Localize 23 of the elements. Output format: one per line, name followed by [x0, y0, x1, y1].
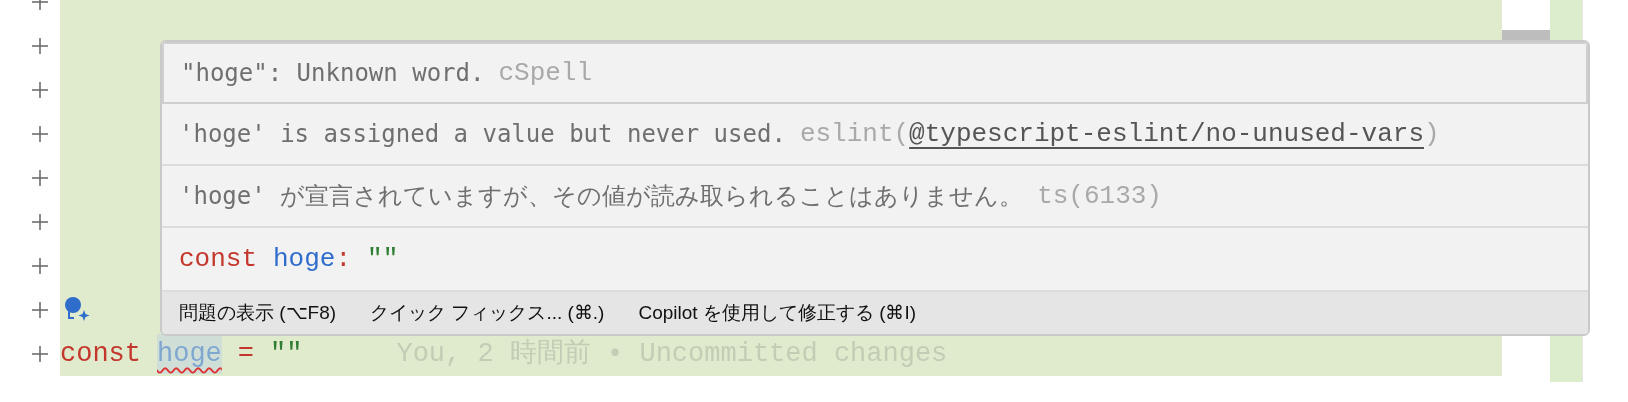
problem-message[interactable]: 'hoge' is assigned a value but never used. eslint(@typescript-eslint/no-unused-vars): [162, 104, 1588, 166]
action-link[interactable]: クイック フィックス... (⌘.): [370, 298, 605, 328]
code-token: "": [270, 337, 303, 371]
plus-icon: [31, 257, 49, 275]
plus-icon: [31, 213, 49, 231]
problem-message[interactable]: "hoge": Unknown word. cSpell: [162, 42, 1588, 104]
action-link[interactable]: Copilot を使用して修正する (⌘I): [638, 298, 917, 328]
code-token: "": [367, 242, 399, 276]
action-link[interactable]: 問題の表示 (⌥F8): [179, 298, 337, 328]
plus-icon: [31, 301, 49, 319]
problem-message[interactable]: 'hoge' が宣言されていますが、その値が読み取られることはありません。 ts(6133): [162, 166, 1588, 228]
plus-icon: [31, 81, 49, 99]
code-token: const: [60, 337, 141, 371]
plus-icon: [31, 125, 49, 143]
code-token: :: [335, 242, 352, 276]
plus-icon: [31, 37, 49, 55]
code-token: =: [237, 337, 255, 371]
code-token: const: [179, 242, 257, 276]
code-token: hoge: [273, 242, 336, 276]
rule-link[interactable]: @typescript-eslint/no-unused-vars: [909, 114, 1424, 154]
plus-icon: [31, 345, 49, 363]
code-token: hoge: [157, 333, 222, 375]
plus-icon: [31, 169, 49, 187]
